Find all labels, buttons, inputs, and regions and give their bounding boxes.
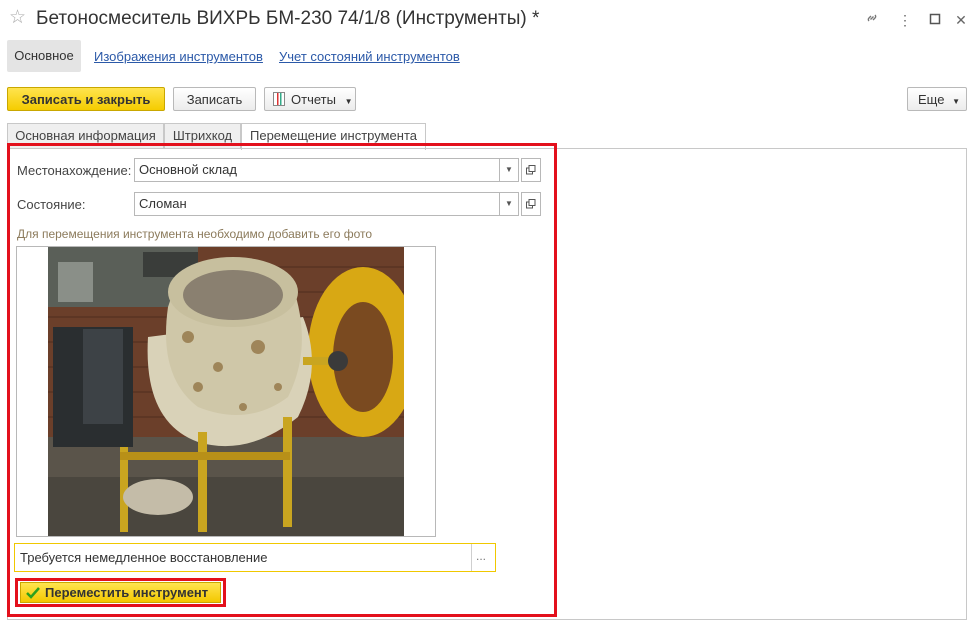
- highlight-frame: [7, 143, 557, 617]
- save-button[interactable]: Записать: [173, 87, 256, 111]
- reports-button[interactable]: Отчеты ▼: [264, 87, 356, 111]
- title-bar: ☆ Бетоносмеситель ВИХРЬ БМ-230 74/1/8 (И…: [0, 0, 974, 40]
- link-icon[interactable]: [862, 10, 882, 30]
- star-icon[interactable]: ☆: [9, 8, 27, 27]
- more-button[interactable]: Еще ▼: [907, 87, 967, 111]
- report-icon: [273, 92, 285, 106]
- window-title: Бетоносмеситель ВИХРЬ БМ-230 74/1/8 (Инс…: [36, 8, 540, 29]
- vertical-dots-icon[interactable]: ⋮: [895, 10, 915, 30]
- nav-link-tool-images[interactable]: Изображения инструментов: [94, 49, 263, 64]
- chevron-down-icon: ▼: [344, 97, 353, 106]
- close-icon[interactable]: ✕: [951, 10, 971, 30]
- save-and-close-button[interactable]: Записать и закрыть: [7, 87, 165, 111]
- maximize-icon[interactable]: [925, 10, 945, 30]
- reports-label: Отчеты: [291, 92, 336, 107]
- more-label: Еще: [918, 92, 945, 107]
- chevron-down-icon: ▼: [952, 97, 960, 106]
- nav-link-tool-states[interactable]: Учет состояний инструментов: [279, 49, 460, 64]
- nav-item-main[interactable]: Основное: [7, 40, 81, 72]
